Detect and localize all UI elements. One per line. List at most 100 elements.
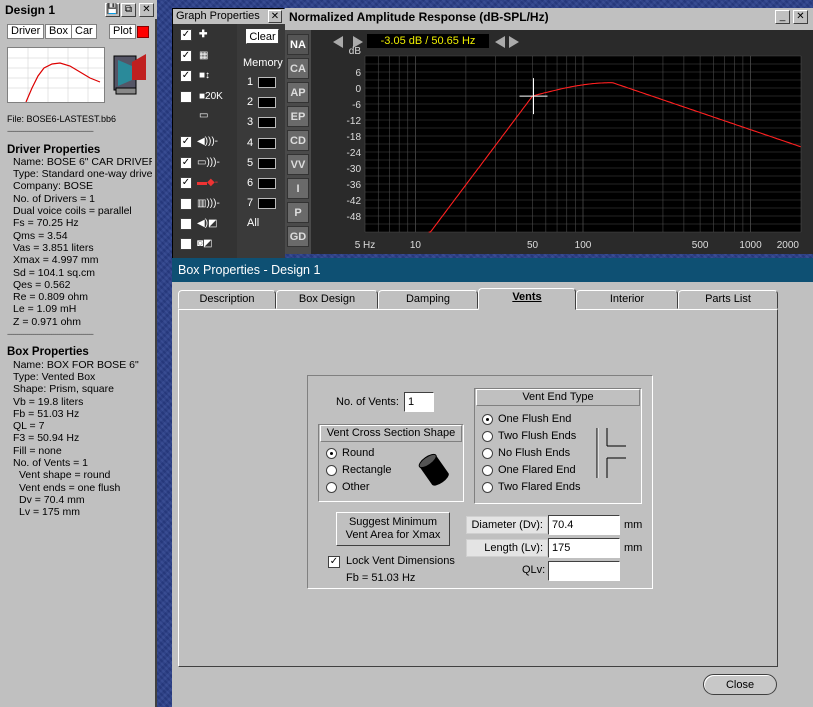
diameter-label: Diameter (Dv): [466, 516, 548, 534]
tab-p[interactable]: P [287, 202, 309, 223]
qlv-input[interactable] [548, 561, 620, 581]
response-plot[interactable]: dB 6 0 -6 -12 -18 -24 -30 -36 -42 -48 5 Hz 10 50 100 50… [311, 30, 813, 254]
y-tick-label: -24 [347, 148, 362, 159]
memory-slot[interactable] [258, 138, 276, 149]
memory-all-button[interactable]: All [247, 217, 259, 229]
y-unit-label: dB [349, 46, 362, 57]
y-tick-label: -36 [347, 180, 362, 191]
vent-prop: Dv = 70.4 mm [19, 493, 85, 506]
no-vents-input[interactable]: 1 [404, 392, 434, 412]
memory-slot-label: 7 [247, 197, 254, 209]
speaker-box-icon [112, 50, 148, 96]
memory-slot[interactable] [258, 198, 276, 209]
tab-vv[interactable]: VV [287, 154, 309, 175]
option-checkbox[interactable] [180, 218, 192, 230]
memory-label: Memory [243, 57, 283, 69]
file-name: File: BOSE6-LASTEST.bb6 [7, 114, 117, 124]
driver-prop: Qes = 0.562 [13, 278, 71, 291]
close-button[interactable]: Close [703, 674, 777, 695]
x-tick-label: 50 [527, 240, 539, 251]
option-checkbox[interactable]: ✓ [180, 136, 192, 148]
tab-box-design[interactable]: Box Design [276, 290, 378, 309]
minimize-icon[interactable]: _ [775, 10, 790, 24]
memory-slot-label: 6 [247, 177, 254, 189]
crosshair-icon: ✚ [199, 29, 208, 40]
x-tick-label: 1000 [739, 240, 762, 251]
tab-ca[interactable]: CA [287, 58, 309, 79]
shape-round-radio[interactable] [326, 448, 337, 459]
option-checkbox[interactable]: ✓ [180, 50, 192, 62]
save-icon[interactable]: 💾 [105, 3, 120, 17]
copy-icon[interactable]: ⧉ [121, 3, 136, 17]
close-icon[interactable]: ✕ [268, 10, 282, 23]
tab-parts-list[interactable]: Parts List [678, 290, 778, 309]
close-icon[interactable]: ✕ [793, 10, 808, 24]
close-icon[interactable]: ✕ [139, 3, 154, 17]
suggest-min-vent-area-button[interactable]: Suggest Minimum Vent Area for Xmax [336, 512, 450, 546]
response-thumbnail[interactable] [7, 47, 105, 103]
driver-prop: Vas = 3.851 liters [13, 241, 94, 254]
end-no-flush-radio[interactable] [482, 448, 493, 459]
x-tick-label: 100 [575, 240, 592, 251]
design-summary: File: BOSE6-LASTEST.bb6 ----------------… [7, 113, 152, 707]
grid-icon: ▦ [199, 50, 209, 61]
length-label: Length (Lv): [466, 539, 548, 557]
tab-cd[interactable]: CD [287, 130, 309, 151]
car-icon: ▬◆- [197, 177, 219, 188]
vent-prop: Lv = 175 mm [19, 506, 80, 519]
memory-slot[interactable] [258, 178, 276, 189]
length-input[interactable]: 175 [548, 538, 620, 558]
graph-area[interactable]: -3.05 dB / 50.65 Hz dB 6 0 -6 -12 -18 -24 -30 -3… [311, 30, 813, 254]
memory-slot[interactable] [258, 158, 276, 169]
menu-box[interactable]: Box [45, 24, 72, 39]
length-unit: mm [624, 542, 643, 554]
tab-interior[interactable]: Interior [576, 290, 678, 309]
tab-na[interactable]: NA [287, 34, 309, 55]
option-checkbox[interactable]: ✓ [180, 157, 192, 169]
clear-button[interactable]: Clear [246, 29, 279, 44]
driver-prop: Fs = 70.25 Hz [13, 217, 79, 230]
memory-slot[interactable] [258, 117, 276, 128]
tab-ep[interactable]: EP [287, 106, 309, 127]
end-one-flush-radio[interactable] [482, 414, 493, 425]
menu-car[interactable]: Car [71, 24, 97, 39]
tab-vents[interactable]: Vents [478, 288, 576, 310]
end-two-flared-radio[interactable] [482, 482, 493, 493]
tab-description[interactable]: Description [178, 290, 276, 309]
memory-slot[interactable] [258, 97, 276, 108]
tab-gd[interactable]: GD [287, 226, 309, 247]
shape-rectangle-radio[interactable] [326, 465, 337, 476]
option-checkbox[interactable] [180, 91, 192, 103]
box-prop: Fb = 51.03 Hz [13, 407, 80, 420]
diameter-input[interactable]: 70.4 [548, 515, 620, 535]
menu-driver[interactable]: Driver [7, 24, 45, 39]
driver-prop: Qms = 3.54 [13, 229, 68, 242]
lock-vent-checkbox[interactable]: ✓ [328, 556, 340, 568]
y-tick-label: -30 [347, 164, 362, 175]
option-checkbox[interactable] [180, 198, 192, 210]
box-prop: No. of Vents = 1 [13, 457, 89, 470]
tab-ap[interactable]: AP [287, 82, 309, 103]
tab-i[interactable]: I [287, 178, 309, 199]
driver-prop: Dual voice coils = parallel [13, 205, 132, 218]
y-tick-label: 6 [355, 68, 361, 79]
box-speaker-icon: ▭)))- [197, 157, 220, 168]
memory-slot-label: 2 [247, 96, 254, 108]
driver-properties-heading: Driver Properties [7, 143, 101, 156]
menu-plot[interactable]: Plot [109, 24, 136, 39]
plot-color-swatch[interactable] [137, 26, 149, 38]
option-checkbox[interactable]: ✓ [180, 177, 192, 189]
end-two-flush-radio[interactable] [482, 431, 493, 442]
tab-damping[interactable]: Damping [378, 290, 478, 309]
option-checkbox[interactable]: ✓ [180, 29, 192, 41]
shape-other-radio[interactable] [326, 482, 337, 493]
vent-prop: Vent ends = one flush [19, 481, 121, 494]
driver-prop: Le = 1.09 mH [13, 303, 77, 316]
20k-label: 20K [205, 91, 223, 102]
option-checkbox[interactable]: ✓ [180, 70, 192, 82]
memory-slot[interactable] [258, 77, 276, 88]
driver-prop: Sd = 104.1 sq.cm [13, 266, 96, 279]
option-checkbox[interactable] [180, 238, 192, 250]
memory-slot-label: 4 [247, 137, 254, 149]
end-one-flared-radio[interactable] [482, 465, 493, 476]
